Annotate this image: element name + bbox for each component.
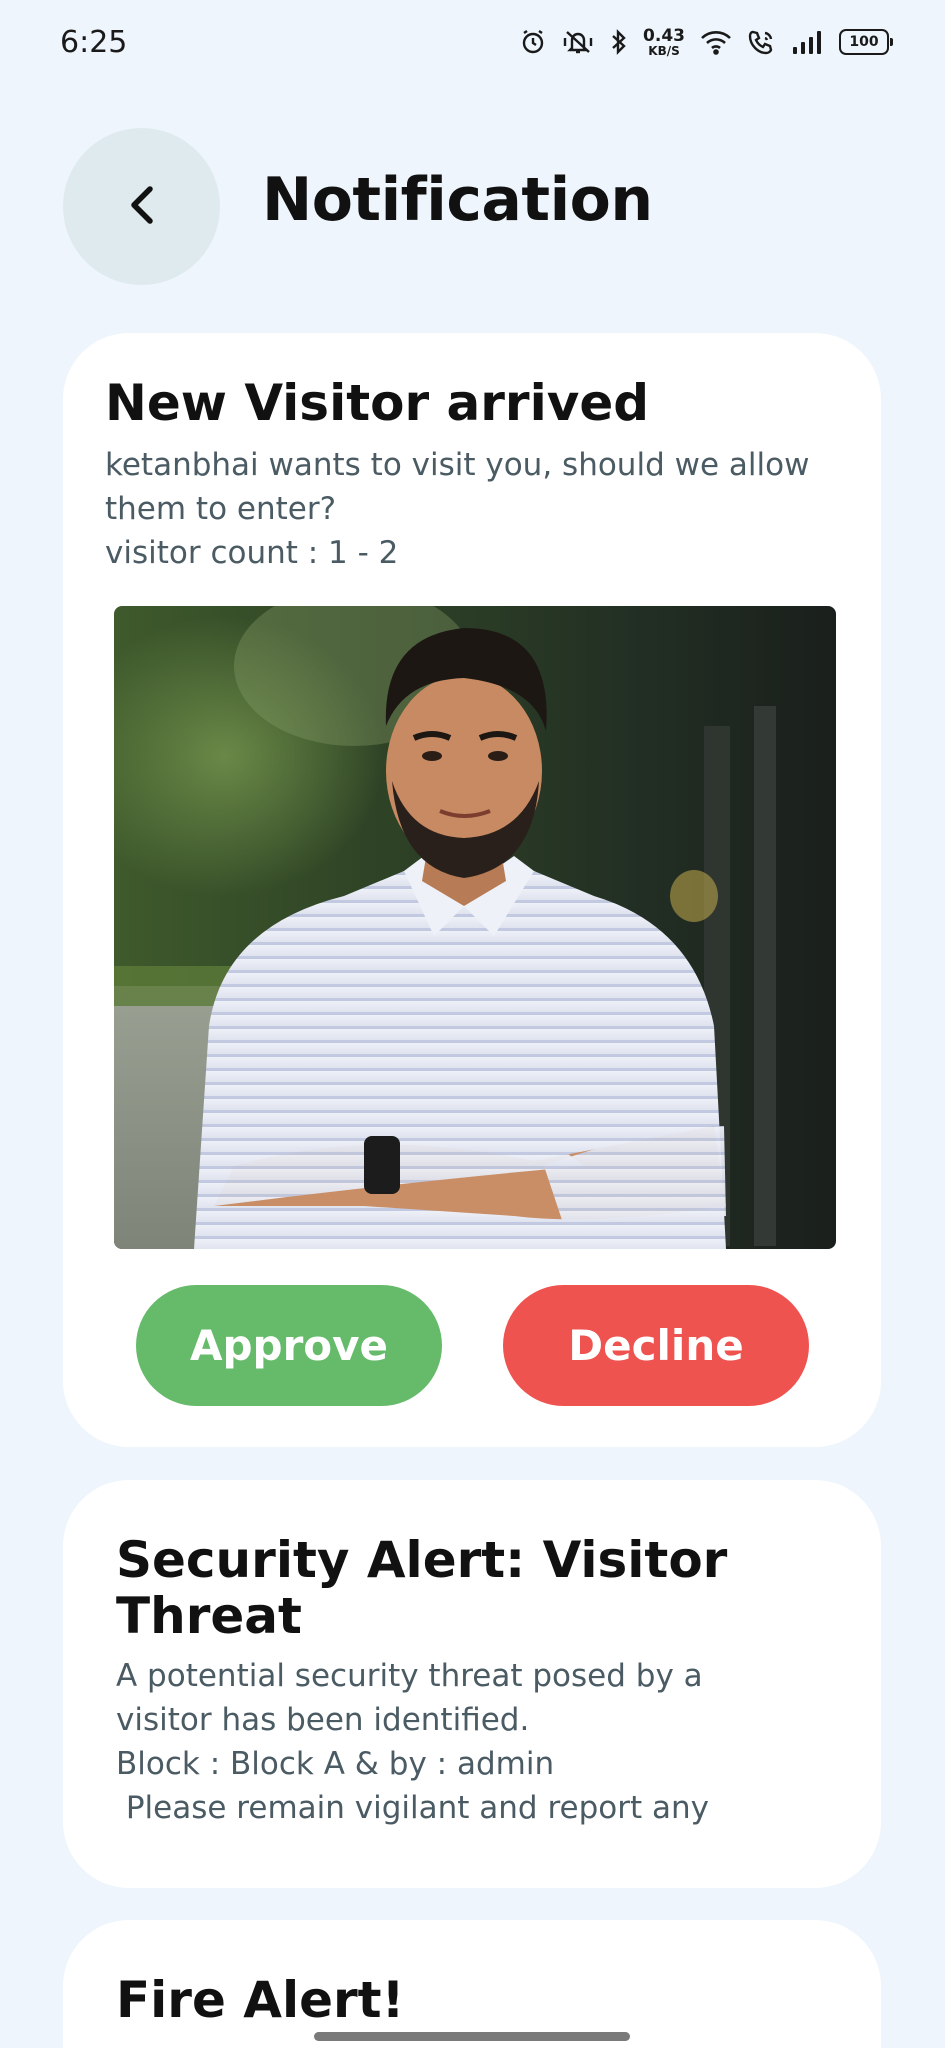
bluetooth-icon [609,28,629,56]
status-bar: 6:25 0.43 KB/S 100 [0,0,945,84]
net-speed-unit: KB/S [648,43,680,58]
message-line: visitor has been identified. [116,1702,530,1738]
fire-alert-card[interactable]: Fire Alert! [63,1920,881,2048]
back-button[interactable] [63,128,220,285]
status-time: 6:25 [60,24,128,60]
status-icons: 0.43 KB/S 100 [519,25,893,58]
home-indicator[interactable] [314,2032,630,2041]
notification-title: New Visitor arrived [105,374,650,432]
battery-icon: 100 [839,29,893,55]
message-line: ketanbhai wants to visit you, should we … [105,447,810,483]
notification-message: ketanbhai wants to visit you, should we … [105,443,865,575]
block-info: Block : Block A & by : admin [116,1746,555,1782]
visitor-photo [114,606,836,1249]
alarm-icon [519,28,547,56]
visitor-count: visitor count : 1 - 2 [105,535,399,571]
message-line: them to enter? [105,491,337,527]
notification-title: Security Alert: Visitor Threat [116,1531,728,1645]
decline-button[interactable]: Decline [503,1285,809,1406]
message-line: A potential security threat posed by a [116,1658,703,1694]
message-line: Please remain vigilant and report any [116,1790,709,1826]
wifi-call-icon [747,28,777,56]
chevron-left-icon [124,181,160,233]
notification-screen: 6:25 0.43 KB/S 100 Notification New Visi… [0,0,945,2048]
visitor-notification-card: New Visitor arrived ketanbhai wants to v… [63,333,881,1447]
approve-button[interactable]: Approve [136,1285,442,1406]
net-speed: 0.43 KB/S [643,25,685,58]
signal-icon [791,28,825,56]
security-alert-card[interactable]: Security Alert: Visitor Threat A potenti… [63,1480,881,1888]
net-speed-value: 0.43 [643,25,685,46]
notification-message: A potential security threat posed by a v… [116,1654,856,1830]
page-title: Notification [262,165,653,235]
wifi-icon [699,28,733,56]
notification-title: Fire Alert! [116,1971,405,2029]
vibrate-icon [561,28,595,56]
